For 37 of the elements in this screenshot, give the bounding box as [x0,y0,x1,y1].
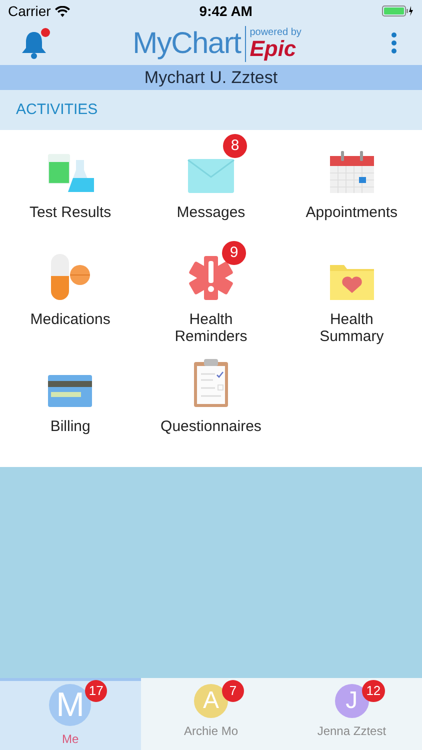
activity-tile[interactable]: Health Summary [281,239,422,346]
activity-tile[interactable]: Billing [0,346,141,453]
credit-card-icon [47,374,94,408]
activity-tile[interactable]: Medications [0,239,141,346]
carrier-label: Carrier [8,2,51,20]
envelope-icon [186,158,235,194]
tab-label: Archie Mo [184,723,238,740]
lab-flasks-icon [46,152,94,194]
count-badge: 12 [362,680,385,702]
activity-tile[interactable]: Test Results [0,132,141,239]
epic-logo: Epic [250,38,296,60]
tab-label: Me [62,731,79,748]
count-badge: 17 [84,680,108,702]
profile-tab[interactable]: J 12 Jenna Zztest [281,678,422,750]
status-time: 9:42 AM [199,2,252,20]
avatar: A [194,684,228,718]
battery-icon [382,5,414,17]
more-vertical-icon [391,32,397,54]
profile-tab[interactable]: A 7 Archie Mo [140,678,282,750]
powered-by-label: powered by [250,28,302,38]
activity-tile[interactable]: 9 Health Reminders [140,239,282,346]
tab-label: Jenna Zztest [317,723,386,740]
patient-name-bar: Mychart U. Zztest [0,65,422,90]
clipboard-icon [192,358,229,408]
section-title: ACTIVITIES [16,100,98,120]
wifi-icon [54,6,70,16]
count-badge: 8 [222,134,247,158]
folder-heart-icon [328,263,375,301]
count-badge: 9 [222,241,246,265]
calendar-icon [328,150,375,194]
pills-icon [49,253,92,301]
activity-tile[interactable]: Appointments [281,132,422,239]
mychart-logo: MyChart [132,26,241,62]
count-badge: 7 [222,680,244,702]
activity-tile[interactable]: Questionnaires [140,346,282,453]
activity-tile[interactable]: 8 Messages [140,132,282,239]
notifications-button[interactable] [20,28,48,60]
